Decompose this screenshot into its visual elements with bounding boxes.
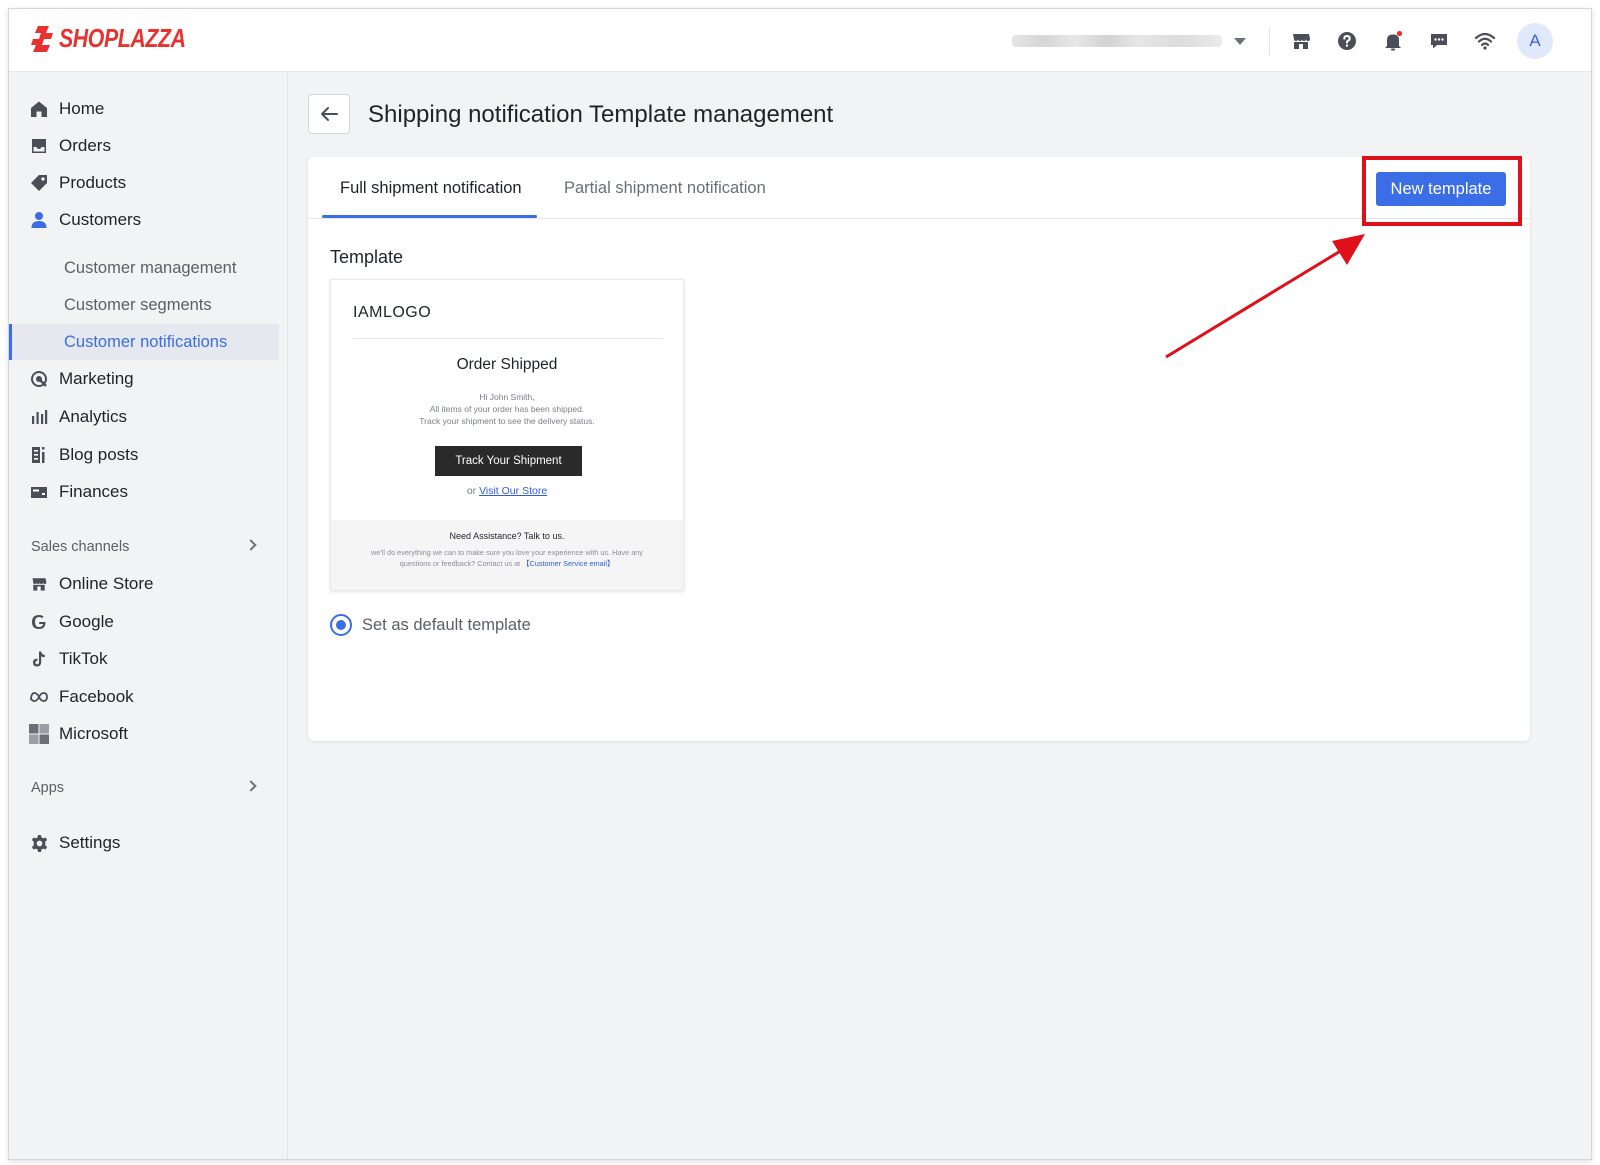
preview-heading: Order Shipped [456, 356, 558, 373]
sales-channels-header[interactable]: Sales channels [9, 535, 279, 559]
preview-or-line: or Visit Our Store [331, 485, 683, 497]
person-icon [29, 210, 49, 230]
blog-icon [29, 445, 49, 465]
finances-icon [29, 482, 49, 502]
chevron-right-icon [245, 780, 257, 792]
sidebar-item-orders[interactable]: Orders [9, 129, 279, 163]
template-card: Full shipment notification Partial shipm… [308, 156, 1530, 741]
default-template-label: Set as default template [362, 615, 531, 634]
preview-footer: Need Assistance? Talk to us. we'll do ev… [331, 520, 683, 590]
default-template-option[interactable]: Set as default template [330, 613, 531, 637]
back-button[interactable] [308, 94, 350, 134]
template-preview[interactable]: IAMLOGO Order Shipped Hi John Smith, All… [330, 279, 684, 591]
tiktok-icon [29, 649, 49, 669]
brand-logo[interactable]: SHOPLAZZA [29, 23, 213, 54]
sidebar-item-settings[interactable]: Settings [9, 826, 279, 860]
sidebar-item-online-store[interactable]: Online Store [9, 567, 279, 601]
apps-header[interactable]: Apps [9, 776, 279, 800]
tab-partial-shipment[interactable]: Partial shipment notification [564, 179, 766, 198]
help-icon[interactable] [1335, 29, 1359, 53]
google-icon [29, 612, 49, 632]
page-title: Shipping notification Template managemen… [368, 101, 834, 128]
preview-footer-link: 【Customer Service email】 [522, 559, 615, 568]
preview-line-2: Track your shipment to see the delivery … [419, 416, 595, 426]
preview-track-button: Track Your Shipment [435, 446, 582, 476]
microsoft-icon [29, 724, 49, 744]
sidebar-subitem-customer-notifications[interactable]: Customer notifications [9, 324, 279, 360]
tag-icon [29, 173, 49, 193]
preview-footer-contact-text: questions or feedback? Contact us at [399, 559, 521, 568]
chat-icon[interactable] [1427, 29, 1451, 53]
sidebar-item-tiktok[interactable]: TikTok [9, 642, 279, 676]
sidebar-item-marketing[interactable]: Marketing [9, 362, 279, 396]
radio-selected-dot [336, 620, 346, 630]
avatar[interactable]: A [1517, 23, 1553, 59]
chevron-right-icon [245, 539, 257, 551]
sidebar-item-finances[interactable]: Finances [9, 475, 279, 509]
sidebar-item-products[interactable]: Products [9, 166, 279, 200]
active-indicator [9, 324, 12, 360]
tab-full-shipment[interactable]: Full shipment notification [340, 179, 522, 198]
preview-footer-title: Need Assistance? Talk to us. [449, 531, 565, 541]
topbar-divider [1269, 27, 1270, 55]
brand-name: SHOPLAZZA [59, 23, 186, 53]
arrow-left-icon [321, 107, 338, 121]
store-icon [29, 574, 49, 594]
preview-line-1: All items of your order has been shipped… [429, 404, 585, 414]
bell-icon[interactable] [1381, 29, 1405, 53]
template-section-label: Template [330, 247, 404, 267]
sidebar-item-customers[interactable]: Customers [9, 203, 279, 237]
sidebar-subitem-customer-segments[interactable]: Customer segments [9, 287, 279, 323]
preview-footer-line-1: we'll do everything we can to make sure … [371, 548, 643, 557]
sidebar: Home Orders Products Customers Customer … [9, 73, 288, 1159]
preview-store-link: Visit Our Store [479, 485, 548, 497]
sidebar-item-home[interactable]: Home [9, 92, 279, 126]
preview-logo: IAMLOGO [353, 304, 432, 321]
sidebar-item-google[interactable]: Google [9, 605, 279, 639]
sidebar-item-analytics[interactable]: Analytics [9, 400, 279, 434]
annotation-highlight-box [1362, 156, 1522, 226]
marketing-icon [29, 369, 49, 389]
chevron-down-icon [1234, 37, 1246, 45]
home-icon [29, 99, 49, 119]
store-icon[interactable] [1289, 29, 1313, 53]
active-tab-indicator [322, 215, 537, 218]
preview-or-text: or [466, 485, 477, 497]
orders-icon [29, 136, 49, 156]
sidebar-subitem-customer-management[interactable]: Customer management [9, 250, 279, 286]
sidebar-item-blog-posts[interactable]: Blog posts [9, 438, 279, 472]
analytics-icon [29, 407, 49, 427]
tab-bar: Full shipment notification Partial shipm… [308, 156, 1530, 226]
app-window: SHOPLAZZA A Home Orders Products Custome… [8, 8, 1592, 1160]
store-selector[interactable] [1012, 31, 1249, 51]
default-template-radio[interactable] [330, 614, 352, 636]
preview-footer-line-2: questions or feedback? Contact us at 【Cu… [331, 559, 683, 569]
meta-icon [29, 687, 49, 707]
gear-icon [29, 833, 49, 853]
sidebar-item-facebook[interactable]: Facebook [9, 680, 279, 714]
preview-greeting: Hi John Smith, [479, 392, 535, 402]
sidebar-item-microsoft[interactable]: Microsoft [9, 717, 279, 751]
preview-divider [353, 338, 663, 339]
wifi-icon[interactable] [1473, 29, 1497, 53]
top-bar: SHOPLAZZA A [9, 9, 1591, 72]
store-name-redacted [1012, 35, 1222, 47]
shoplazza-logo-icon [31, 25, 53, 52]
